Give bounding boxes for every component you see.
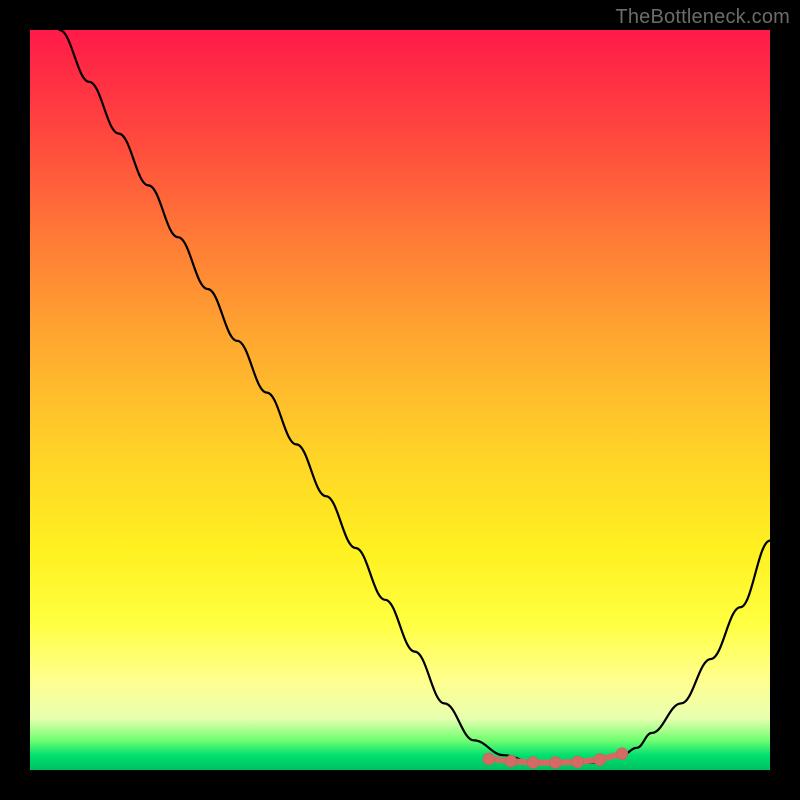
- marker-dot: [505, 755, 517, 767]
- bottleneck-curve: [60, 30, 770, 763]
- chart-frame: TheBottleneck.com: [0, 0, 800, 800]
- marker-dot: [616, 748, 628, 760]
- chart-svg: [30, 30, 770, 770]
- marker-dot: [594, 754, 606, 766]
- marker-dot: [483, 753, 495, 765]
- marker-dot: [572, 756, 584, 768]
- plot-area: [30, 30, 770, 770]
- highlight-markers: [483, 748, 628, 769]
- marker-dot: [549, 757, 561, 769]
- marker-dot: [527, 757, 539, 769]
- watermark-text: TheBottleneck.com: [615, 6, 790, 29]
